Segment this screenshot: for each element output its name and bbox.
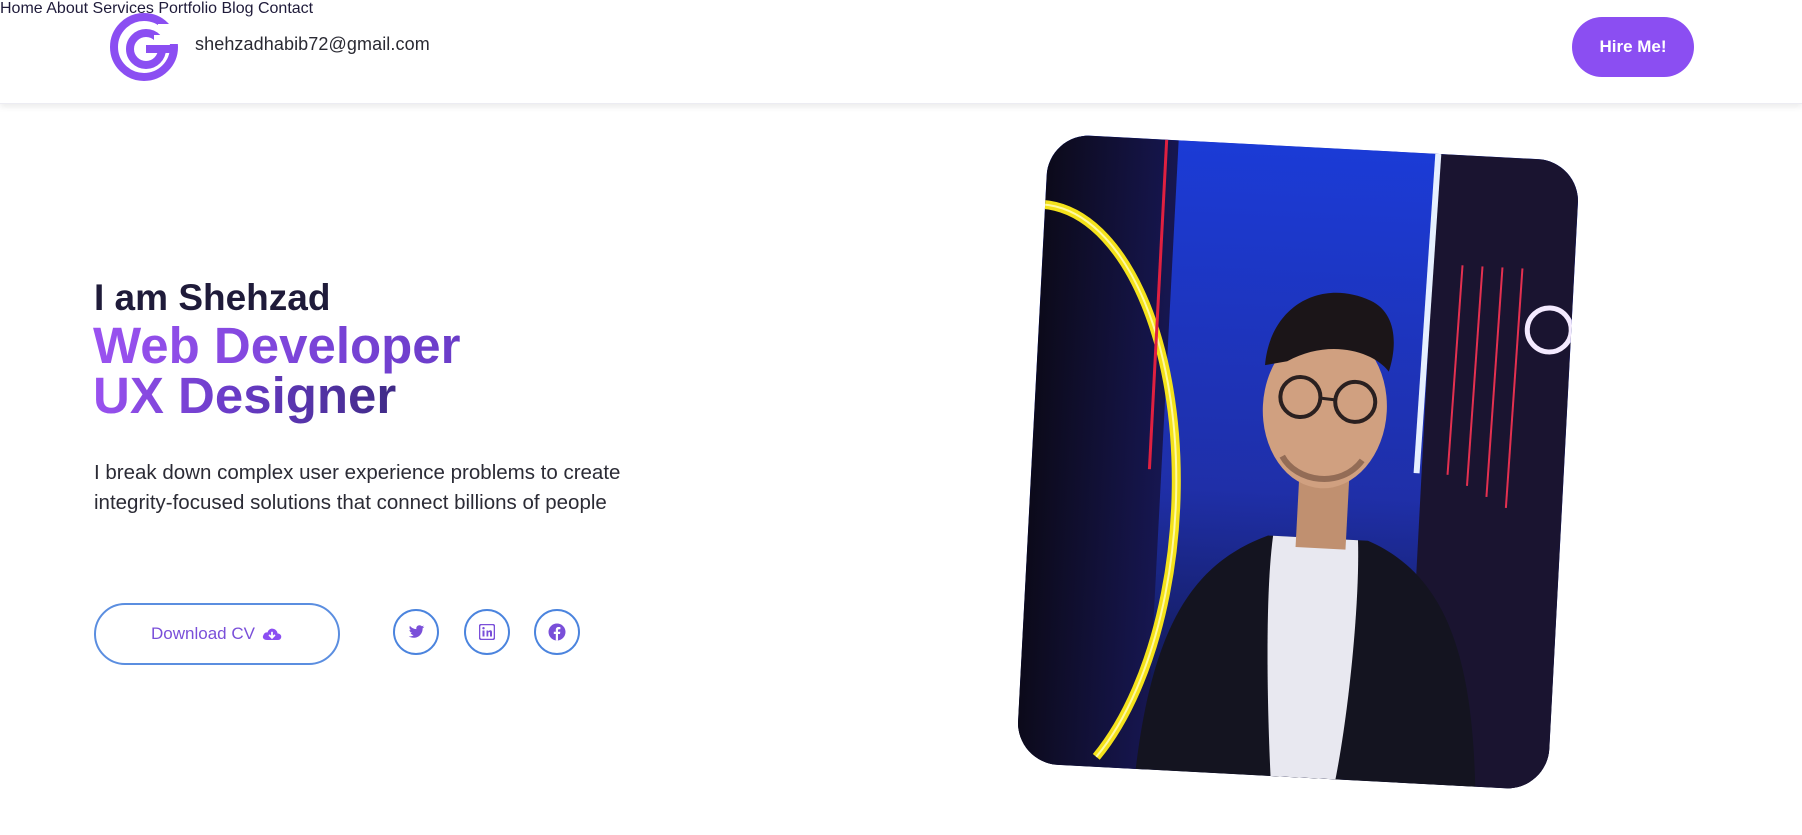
hero-role-ux-designer: UX Designer [93, 367, 397, 424]
hire-me-button[interactable]: Hire Me! [1572, 17, 1694, 77]
nav-about[interactable]: About [46, 0, 88, 17]
nav-home[interactable]: Home [0, 0, 43, 17]
main-nav: Home About Services Portfolio Blog Conta… [0, 0, 1802, 18]
download-cv-button[interactable]: Download CV [94, 603, 340, 665]
nav-contact[interactable]: Contact [258, 0, 313, 17]
profile-photo-illustration [1015, 133, 1581, 791]
twitter-icon [408, 625, 424, 638]
twitter-link[interactable] [393, 609, 439, 655]
hero-description: I break down complex user experience pro… [94, 461, 621, 514]
profile-photo [1015, 133, 1581, 791]
site-header: shehzadhabib72@gmail.com Home About Serv… [0, 0, 1802, 104]
download-cv-label: Download CV [151, 624, 255, 643]
facebook-link[interactable] [534, 609, 580, 655]
facebook-icon [548, 623, 566, 641]
linkedin-link[interactable] [464, 609, 510, 655]
nav-blog[interactable]: Blog [221, 0, 253, 17]
cloud-download-icon [262, 628, 282, 640]
linkedin-icon [479, 624, 495, 640]
contact-email[interactable]: shehzadhabib72@gmail.com [195, 34, 430, 55]
hero-role-web-developer: Web Developer [93, 317, 461, 374]
logo-icon[interactable] [108, 12, 180, 82]
hero-intro: I am Shehzad [94, 277, 331, 318]
